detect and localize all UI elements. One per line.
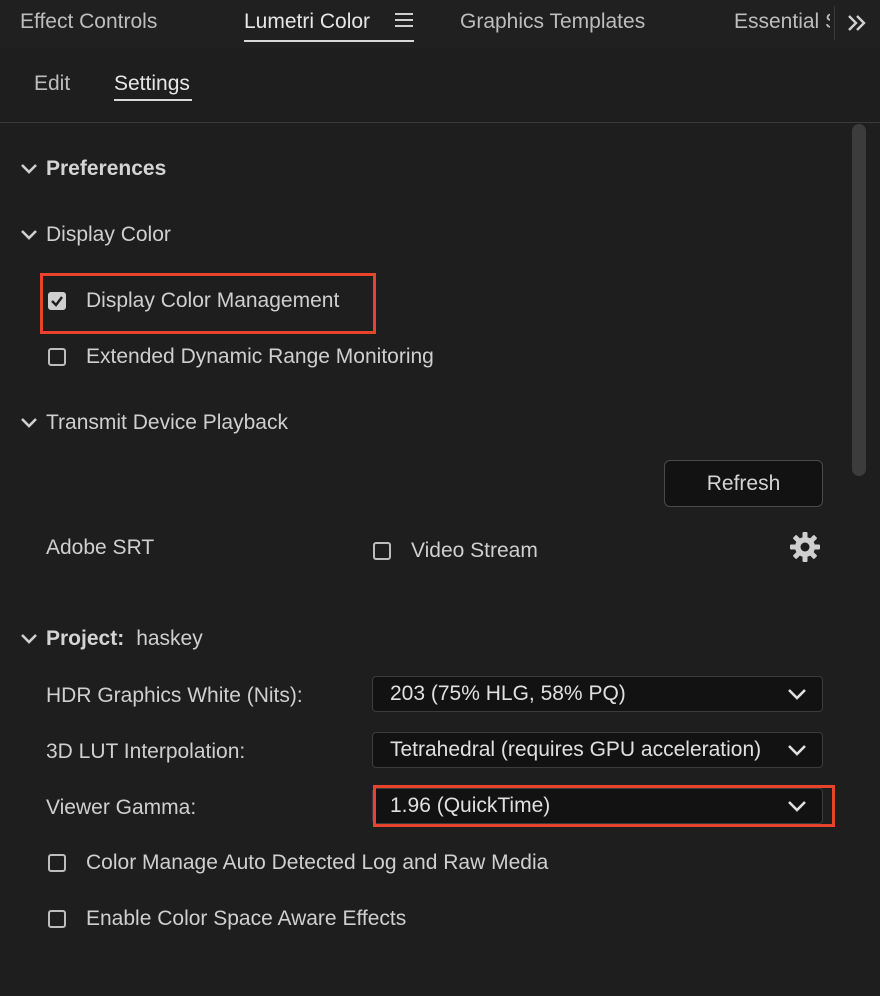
tab-graphics-templates[interactable]: Graphics Templates — [460, 10, 645, 34]
adobe-srt-label: Adobe SRT — [46, 536, 155, 559]
chevron-down-icon — [21, 164, 37, 174]
auto-detect-log-checkbox[interactable]: Color Manage Auto Detected Log and Raw M… — [48, 851, 548, 875]
lut-interp-value: Tetrahedral (requires GPU acceleration) — [390, 738, 762, 761]
edr-monitoring-label: Extended Dynamic Range Monitoring — [86, 345, 434, 368]
tab-essential-label: Essential S — [734, 10, 830, 33]
highlight-box — [373, 785, 835, 827]
section-project[interactable]: Project: haskey — [20, 627, 203, 651]
checkbox-unchecked[interactable] — [48, 854, 66, 872]
section-transmit[interactable]: Transmit Device Playback — [20, 411, 288, 435]
lut-interp-dropdown[interactable]: Tetrahedral (requires GPU acceleration) — [372, 732, 823, 768]
tab-lumetri-color[interactable]: Lumetri Color — [244, 10, 370, 34]
chevron-down-icon — [21, 230, 37, 240]
refresh-button[interactable]: Refresh — [664, 460, 823, 507]
checkbox-unchecked[interactable] — [48, 910, 66, 928]
section-project-label: Project: — [46, 627, 125, 650]
section-preferences[interactable]: Preferences — [20, 157, 166, 181]
checkbox-unchecked[interactable] — [48, 348, 66, 366]
panel-tab-bar: Effect Controls Lumetri Color Graphics T… — [0, 0, 880, 48]
auto-detect-log-label: Color Manage Auto Detected Log and Raw M… — [86, 851, 549, 874]
highlight-box — [40, 273, 376, 334]
header-divider — [0, 122, 880, 123]
section-display-color[interactable]: Display Color — [20, 223, 171, 247]
tab-essential-sound[interactable]: Essential S — [734, 10, 830, 34]
section-transmit-label: Transmit Device Playback — [46, 411, 288, 434]
video-stream-checkbox[interactable]: Video Stream — [373, 539, 538, 563]
section-preferences-label: Preferences — [46, 157, 167, 180]
hdr-white-value: 203 (75% HLG, 58% PQ) — [390, 682, 626, 705]
chevron-down-icon — [788, 745, 806, 756]
subtab-edit[interactable]: Edit — [34, 72, 70, 96]
viewer-gamma-label: Viewer Gamma: — [46, 796, 197, 819]
lut-interp-label: 3D LUT Interpolation: — [46, 740, 246, 763]
hdr-white-label: HDR Graphics White (Nits): — [46, 684, 303, 707]
section-display-color-label: Display Color — [46, 223, 171, 246]
hdr-white-dropdown[interactable]: 203 (75% HLG, 58% PQ) — [372, 676, 823, 712]
color-space-aware-checkbox[interactable]: Enable Color Space Aware Effects — [48, 907, 406, 931]
subtab-settings[interactable]: Settings — [114, 72, 190, 96]
project-name: haskey — [136, 627, 203, 650]
hamburger-icon[interactable] — [395, 13, 413, 31]
color-space-aware-label: Enable Color Space Aware Effects — [86, 907, 407, 930]
gear-icon[interactable] — [788, 530, 822, 564]
chevron-down-icon — [21, 418, 37, 428]
scrollbar-thumb[interactable] — [852, 124, 866, 476]
chevron-down-icon — [788, 689, 806, 700]
edr-monitoring-checkbox[interactable]: Extended Dynamic Range Monitoring — [48, 345, 434, 369]
active-tab-indicator — [244, 40, 414, 42]
video-stream-label: Video Stream — [411, 539, 538, 562]
tab-divider — [834, 6, 835, 40]
double-chevron-right-icon[interactable] — [846, 12, 868, 34]
chevron-down-icon — [21, 634, 37, 644]
checkbox-unchecked[interactable] — [373, 542, 391, 560]
tab-effect-controls[interactable]: Effect Controls — [20, 10, 157, 34]
active-subtab-indicator — [114, 99, 192, 101]
